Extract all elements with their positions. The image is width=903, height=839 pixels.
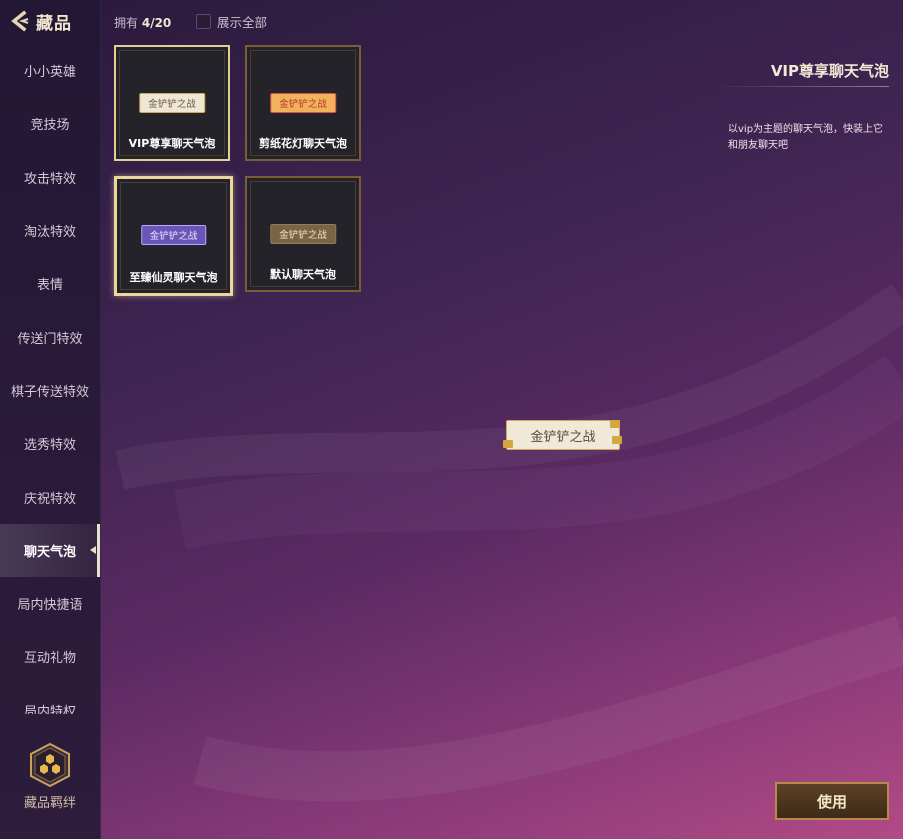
bubble-preview: 金铲铲之战 [140,225,207,245]
bubble-preview: 金铲铲之战 [270,224,336,244]
sidebar-item-label: 竞技场 [30,118,70,134]
bubble-preview: 金铲铲之战 [270,93,336,113]
chat-bubble-card-default[interactable]: 金铲铲之战 默认聊天气泡 [245,176,361,292]
owned-value: 4/20 [141,16,172,30]
sidebar-item-label: 小小英雄 [23,65,76,81]
sidebar-item-interactive-gifts[interactable]: 互动礼物 [0,630,100,683]
sidebar-item-emotes[interactable]: 表情 [0,257,100,310]
detail-title: VIP尊享聊天气泡 [770,62,889,80]
card-name: 至臻仙灵聊天气泡 [129,271,218,284]
back-button[interactable]: 藏品 [8,6,72,36]
sidebar-item-in-game-privileges[interactable]: 局内特权 [0,684,100,714]
chevron-left-icon [11,10,29,32]
sidebar-item-unit-teleport-effects[interactable]: 棋子传送特效 [0,364,100,417]
chat-bubble-card-paper-lantern[interactable]: 金铲铲之战 剪纸花灯聊天气泡 [245,45,361,161]
sidebar-item-label: 攻击特效 [23,171,76,187]
bubble-preview: 金铲铲之战 [139,93,205,113]
preview-text: 金铲铲之战 [530,429,596,445]
card-name: 剪纸花灯聊天气泡 [259,137,347,150]
gold-coin-decoration [503,440,513,448]
chat-bubble-card-vip[interactable]: 金铲铲之战 VIP尊享聊天气泡 [114,45,230,161]
collection-bond-button[interactable]: 藏品羁绊 [0,742,100,812]
gold-coin-decoration [610,420,620,428]
sidebar-item-label: 选秀特效 [23,438,76,454]
owned-label: 拥有 [114,16,139,30]
card-name: 默认聊天气泡 [270,268,336,281]
sidebar-item-label: 局内快捷语 [17,598,83,614]
sidebar-item-attack-effects[interactable]: 攻击特效 [0,151,100,204]
checkbox-box[interactable] [196,14,211,29]
sidebar-item-arena[interactable]: 竞技场 [0,97,100,150]
sidebar-item-quick-phrases[interactable]: 局内快捷语 [0,577,100,630]
sidebar-item-label: 互动礼物 [23,651,76,667]
sidebar-item-carousel-effects[interactable]: 选秀特效 [0,417,100,470]
sidebar-item-chat-bubbles[interactable]: 聊天气泡 [0,523,100,578]
bubble-large-preview: 金铲铲之战 [506,420,620,450]
show-all-label: 展示全部 [217,15,268,30]
bond-label: 藏品羁绊 [23,796,76,811]
sidebar: 藏品 小小英雄 竞技场 攻击特效 淘汰特效 表情 传送门特效 棋子传送特效 选秀… [0,0,101,839]
sidebar-nav: 小小英雄 竞技场 攻击特效 淘汰特效 表情 传送门特效 棋子传送特效 选秀特效 … [0,44,100,714]
page-title: 藏品 [36,13,72,34]
sidebar-item-label: 聊天气泡 [23,544,76,560]
use-button[interactable]: 使用 [775,782,889,820]
show-all-checkbox[interactable]: 展示全部 [196,12,267,31]
honeycomb-icon [30,742,70,788]
sidebar-item-elimination-effects[interactable]: 淘汰特效 [0,204,100,257]
sidebar-item-little-legends[interactable]: 小小英雄 [0,44,100,97]
active-indicator [90,546,96,555]
sidebar-item-label: 庆祝特效 [23,491,76,507]
owned-count: 拥有 4/20 [114,14,171,31]
title-divider [709,86,889,87]
sidebar-item-portal-effects[interactable]: 传送门特效 [0,310,100,363]
sidebar-item-label: 淘汰特效 [23,225,76,241]
sidebar-item-celebration-effects[interactable]: 庆祝特效 [0,470,100,523]
use-button-label: 使用 [816,792,847,811]
sidebar-item-label: 传送门特效 [17,331,83,347]
chat-bubble-card-fairy[interactable]: 金铲铲之战 至臻仙灵聊天气泡 [114,176,233,296]
detail-description: 以vip为主题的聊天气泡，快装上它和朋友聊天吧 [728,124,884,151]
gold-coin-decoration [612,436,622,444]
card-name: VIP尊享聊天气泡 [128,137,216,150]
sidebar-item-label: 棋子传送特效 [10,384,89,400]
sidebar-item-label: 表情 [36,278,63,294]
sidebar-item-label: 局内特权 [23,704,76,714]
